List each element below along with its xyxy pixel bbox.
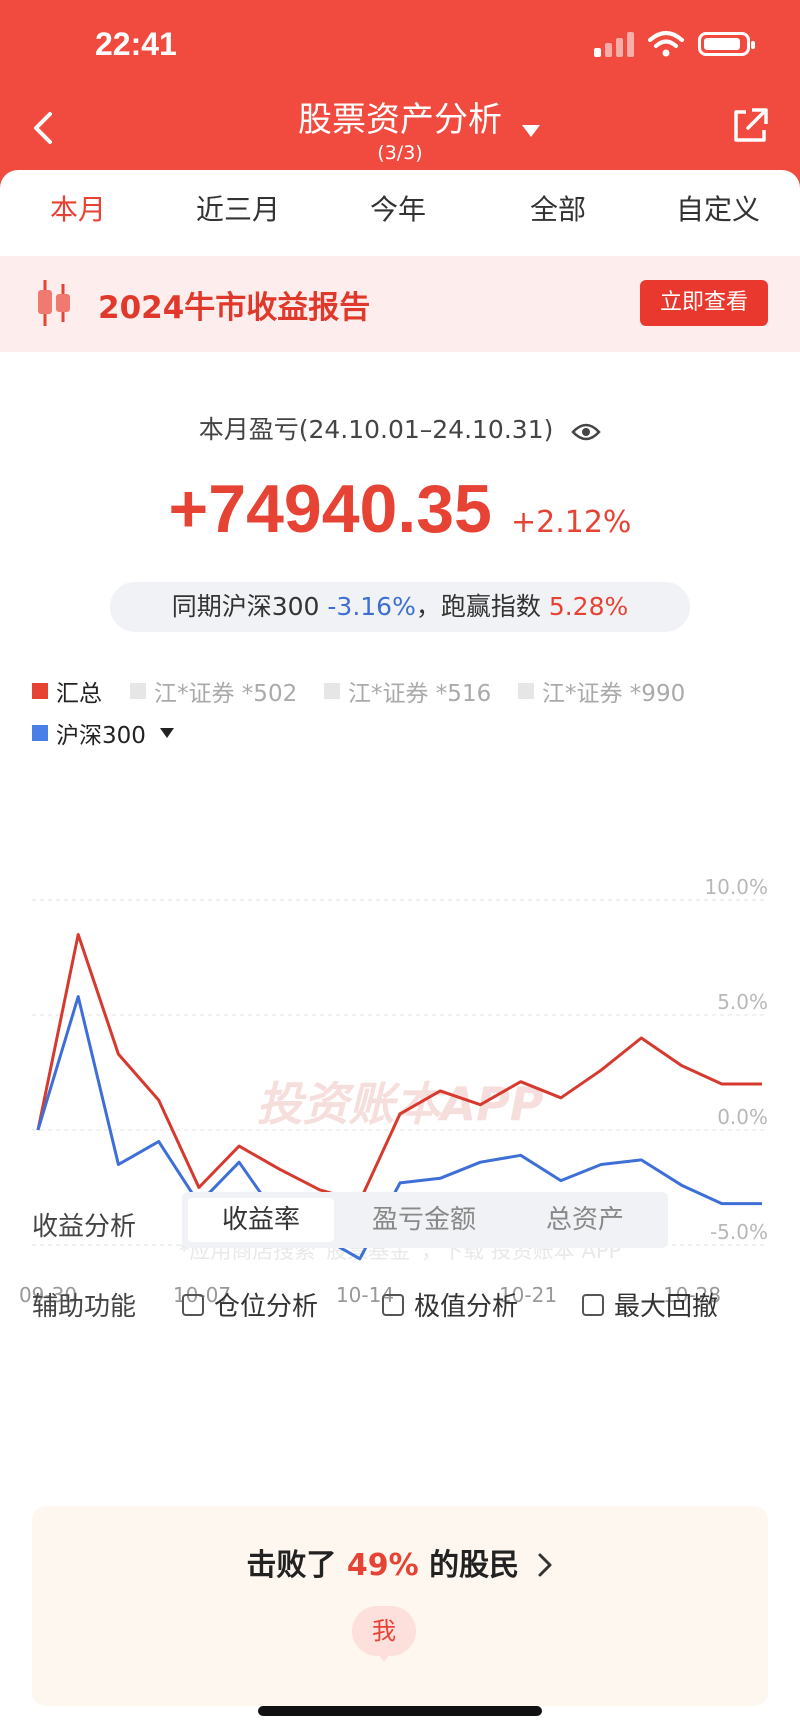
y-tick-label: 5.0% — [717, 990, 768, 1014]
position-analysis-checkbox[interactable]: 仓位分析 — [182, 1286, 318, 1323]
aux-label: 辅助功能 — [32, 1292, 137, 1322]
battery-icon — [698, 32, 755, 56]
period-text: 本月盈亏(24.10.01–24.10.31) — [198, 415, 554, 444]
checkbox-label: 极值分析 — [414, 1292, 519, 1322]
tab-three-months[interactable]: 近三月 — [196, 188, 280, 228]
segment-total-assets[interactable]: 总资产 — [510, 1198, 660, 1242]
legend-total[interactable]: 汇总 — [32, 674, 102, 708]
legend-swatch — [130, 683, 146, 699]
page-subtitle: (3/3) — [377, 142, 423, 164]
chevron-right-icon[interactable] — [536, 1552, 554, 1578]
max-drawdown-checkbox[interactable]: 最大回撤 — [582, 1286, 718, 1323]
bull-market-banner[interactable]: 2024牛市收益报告 立即查看 — [0, 256, 800, 352]
legend-csi300[interactable]: 沪深300 — [32, 716, 174, 750]
tab-this-month[interactable]: 本月 — [50, 188, 106, 228]
signal-icon — [594, 31, 634, 57]
segment-return-rate[interactable]: 收益率 — [188, 1198, 334, 1242]
legend-label: 江*证券 *990 — [542, 681, 686, 707]
legend-label: 汇总 — [56, 681, 102, 707]
period-tabs: 本月 近三月 今年 全部 自定义 — [0, 188, 800, 263]
checkbox-label: 最大回撤 — [614, 1292, 719, 1322]
checkbox-box[interactable] — [382, 1293, 404, 1316]
beat-percent: 49% — [346, 1548, 419, 1583]
legend-swatch — [324, 683, 340, 699]
tab-this-year[interactable]: 今年 — [370, 188, 426, 228]
legend-swatch — [32, 683, 48, 699]
compare-prefix: 同期沪深300 — [171, 592, 320, 621]
legend-label: 沪深300 — [56, 723, 146, 749]
legend-swatch — [32, 725, 48, 741]
beat-investors-card[interactable]: 击败了 49% 的股民 我 — [32, 1506, 768, 1706]
profit-percent: +2.12% — [510, 505, 632, 540]
beat-prefix: 击败了 — [246, 1548, 337, 1583]
y-tick-label: -5.0% — [710, 1220, 768, 1244]
title-dropdown-icon[interactable] — [522, 125, 540, 137]
index-return: -3.16% — [327, 592, 416, 621]
chart-watermark: 投资账本APP — [256, 1077, 543, 1131]
share-icon[interactable] — [730, 106, 770, 146]
segment-profit-amount[interactable]: 盈亏金额 — [344, 1198, 504, 1242]
tab-all[interactable]: 全部 — [530, 188, 586, 228]
legend-account-990[interactable]: 江*证券 *990 — [518, 674, 685, 708]
main-card: 本月 近三月 今年 全部 自定义 2024牛市收益报告 立即查看 本月盈亏(24… — [0, 170, 800, 1731]
extreme-analysis-checkbox[interactable]: 极值分析 — [382, 1286, 518, 1323]
checkbox-box[interactable] — [182, 1293, 204, 1316]
beat-index-value: 5.28% — [548, 592, 629, 621]
checkbox-box[interactable] — [582, 1293, 604, 1316]
status-time: 22:41 — [95, 26, 177, 62]
beat-suffix: 的股民 — [429, 1548, 520, 1583]
banner-title: 2024牛市收益报告 — [98, 290, 371, 326]
tab-custom[interactable]: 自定义 — [676, 188, 760, 228]
page-title[interactable]: 股票资产分析 — [0, 92, 800, 141]
status-icons — [594, 30, 755, 58]
legend-account-516[interactable]: 江*证券 *516 — [324, 674, 491, 708]
y-tick-label: 0.0% — [717, 1105, 768, 1129]
period-label: 本月盈亏(24.10.01–24.10.31) — [0, 410, 800, 446]
index-comparison: 同期沪深300 -3.16%，跑赢指数 5.28% — [110, 582, 690, 632]
checkbox-label: 仓位分析 — [214, 1292, 319, 1322]
home-indicator — [258, 1706, 542, 1716]
compare-mid: ，跑赢指数 — [415, 592, 541, 621]
eye-icon[interactable] — [571, 421, 602, 443]
legend-account-502[interactable]: 江*证券 *502 — [130, 674, 297, 708]
beat-investors-text: 击败了 49% 的股民 — [32, 1540, 768, 1584]
view-now-button[interactable]: 立即查看 — [640, 280, 768, 326]
legend-swatch — [518, 683, 534, 699]
legend-label: 江*证券 *502 — [154, 681, 298, 707]
y-tick-label: 10.0% — [704, 875, 768, 899]
series-line-total — [36, 933, 762, 1203]
chevron-down-icon[interactable] — [159, 728, 174, 738]
analysis-label: 收益分析 — [32, 1212, 137, 1242]
legend-label: 江*证券 *516 — [348, 681, 492, 707]
analysis-segmented-control: 收益率 盈亏金额 总资产 — [182, 1192, 668, 1248]
profit-amount: +74940.35 — [168, 471, 492, 547]
me-badge: 我 — [352, 1606, 416, 1662]
profit-summary: +74940.35 +2.12% — [0, 470, 800, 548]
wifi-icon — [648, 31, 684, 57]
candlestick-icon — [38, 280, 70, 326]
